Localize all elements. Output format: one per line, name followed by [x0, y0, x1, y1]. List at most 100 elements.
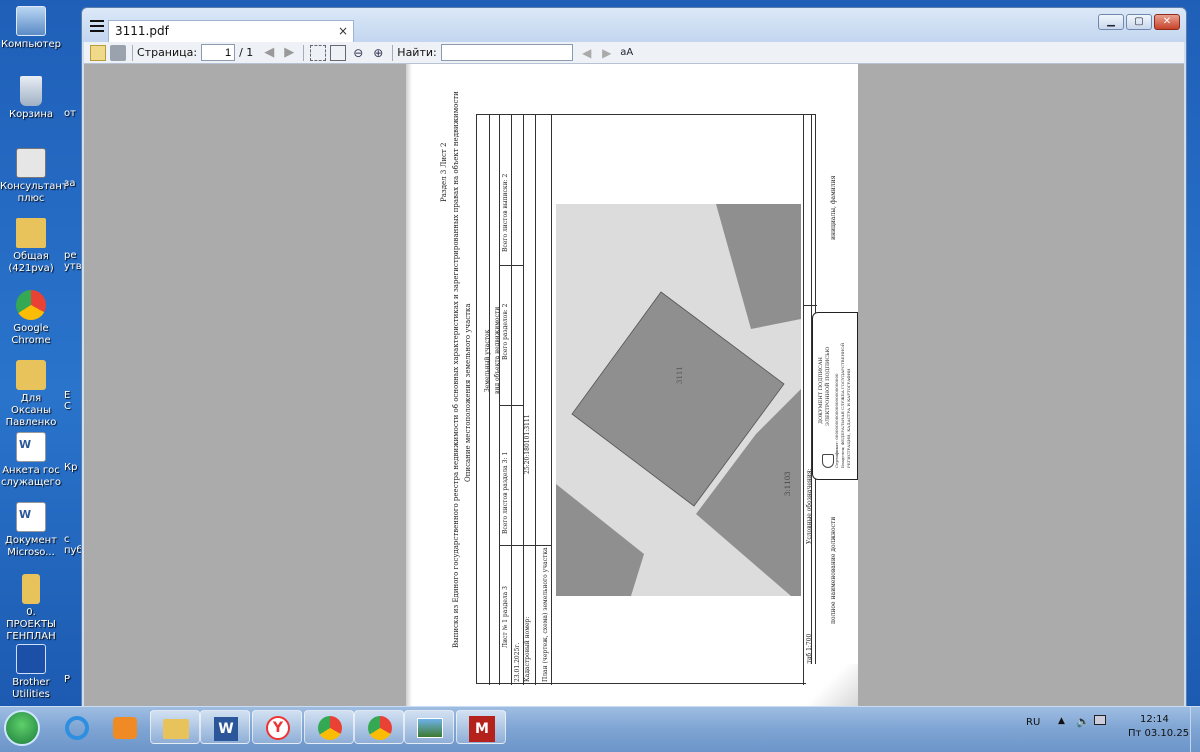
show-desktop-button[interactable]: [1190, 707, 1200, 752]
find-input[interactable]: [440, 44, 573, 61]
land-plot-plan: [556, 204, 801, 596]
total-sheets-section: Всего листов раздела 3: 1: [502, 451, 509, 534]
taskbar-chrome-2[interactable]: [354, 710, 404, 744]
next-page-icon[interactable]: ▶: [281, 45, 297, 61]
taskbar-explorer[interactable]: [150, 710, 200, 744]
stamp-line: Владелец: ФЕДЕРАЛЬНАЯ СЛУЖБА ГОСУДАРСТВЕ…: [840, 342, 845, 468]
total-sections: Всего разделов: 2: [502, 303, 509, 360]
desktop-icon-label: Анкета гос служащего: [1, 465, 61, 488]
open-file-icon[interactable]: [90, 44, 106, 61]
stamp-line: Сертификат: 00000000000000000000000000: [834, 373, 839, 468]
page-number-input[interactable]: [201, 44, 236, 61]
tab-3111-pdf[interactable]: 3111.pdf ×: [108, 20, 354, 42]
desktop-peek-label: Е С: [64, 390, 71, 412]
stamp-line: ЭЛЕКТРОННОЙ ПОДПИСЬЮ: [825, 346, 831, 427]
parcel-label-main: 3111: [676, 366, 684, 384]
taskbar-yandex[interactable]: Y: [252, 710, 302, 744]
signature-position: полное наименование должности: [830, 516, 837, 624]
taskbar: W Y M RU ▲ 🔈 12:14 Пт 03.10.25: [0, 706, 1200, 752]
cadastral-label: Кадастровый номер:: [524, 616, 531, 682]
desktop-icon-anketa[interactable]: W Анкета гос служащего: [0, 432, 62, 489]
page-scan-shadow: [806, 664, 858, 712]
desktop-icon-brother[interactable]: Brother Utilities: [0, 644, 62, 701]
desktop-icon-shared[interactable]: Общая (421pva): [0, 218, 62, 275]
clock-time[interactable]: 12:14: [1140, 714, 1169, 725]
taskbar-word[interactable]: W: [200, 710, 250, 744]
desktop-icon-label: Для Оксаны Павленко: [5, 393, 57, 428]
prev-page-icon[interactable]: ◀: [261, 45, 277, 61]
plan-label: План (чертеж, схема) земельного участка: [542, 547, 549, 682]
desktop-icon-label: Консультант плюс: [0, 181, 68, 204]
fit-width-icon[interactable]: [310, 44, 327, 61]
start-button[interactable]: [4, 710, 40, 746]
find-next-icon[interactable]: ▶: [599, 45, 615, 61]
image-viewer-icon: [417, 718, 443, 738]
desktop-peek-label: Р: [64, 674, 71, 685]
language-indicator[interactable]: RU: [1026, 717, 1040, 728]
taskbar-media-player[interactable]: [100, 710, 150, 744]
desktop-icon-computer[interactable]: Компьютер: [0, 6, 62, 51]
desktop-icon-document[interactable]: W Документ Microso...: [0, 502, 62, 559]
maximize-button[interactable]: ▢: [1126, 14, 1152, 30]
desktop-icon-chrome[interactable]: Google Chrome: [0, 290, 62, 347]
recycle-bin-icon: [20, 76, 42, 106]
zoom-out-icon[interactable]: ⊖: [350, 45, 366, 61]
find-prev-icon[interactable]: ◀: [579, 45, 595, 61]
toolbar-divider: [392, 44, 394, 61]
desktop-icon-label: Общая (421pva): [8, 251, 54, 274]
legend-label: Условные обозначения:: [806, 468, 813, 544]
desktop-icon-label: Google Chrome: [11, 323, 51, 346]
document-title: Выписка из Единого государственного реес…: [452, 91, 460, 648]
signature-name: инициалы, фамилия: [830, 175, 837, 240]
word-icon: W: [214, 717, 238, 741]
taskbar-ie[interactable]: [52, 710, 102, 744]
yandex-browser-icon: Y: [266, 716, 290, 740]
close-button[interactable]: ✕: [1154, 14, 1180, 30]
find-options-icon[interactable]: aA: [619, 45, 635, 61]
cadastral-number: 25:20:180101:3111: [524, 414, 531, 474]
find-label: Найти:: [397, 46, 437, 59]
tab-title: 3111.pdf: [115, 24, 169, 38]
page-total: / 1: [239, 46, 254, 59]
desktop-icon-projects[interactable]: 0. ПРОЕКТЫ ГЕНПЛАН ...: [0, 574, 62, 655]
taskbar-image-viewer[interactable]: [404, 710, 454, 744]
desktop-peek-label: за: [64, 178, 76, 189]
minimize-button[interactable]: ▁: [1098, 14, 1124, 30]
desktop-icon-recycle-bin[interactable]: Корзина: [0, 76, 62, 121]
zoom-in-icon[interactable]: ⊕: [370, 45, 386, 61]
desktop-icon-label: Компьютер: [1, 39, 61, 50]
shared-folder-icon: [16, 218, 46, 248]
extract-date: 23.01.2025г.: [514, 642, 521, 682]
desktop-icon-consultant[interactable]: Консультант плюс: [0, 148, 68, 205]
volume-icon[interactable]: 🔈: [1076, 715, 1090, 728]
window-controls: ▁ ▢ ✕: [1098, 14, 1180, 30]
total-sheets: Всего листов выписки: 2: [502, 173, 509, 252]
word-doc-icon: W: [16, 432, 46, 462]
print-icon[interactable]: [110, 44, 126, 61]
stamp-line: РЕГИСТРАЦИИ, КАДАСТРА И КАРТОГРАФИИ: [846, 368, 851, 468]
tray-expand-icon[interactable]: ▲: [1058, 716, 1065, 726]
object-kind: вид объекта недвижимости: [494, 306, 501, 394]
desktop-icon-folder-pavlenko[interactable]: Для Оксаны Павленко: [0, 360, 62, 429]
taskbar-pdf-reader[interactable]: M: [456, 710, 506, 744]
document-viewport[interactable]: Раздел 3 Лист 2 Выписка из Единого госуд…: [84, 64, 1184, 712]
system-tray: RU ▲ 🔈 12:14 Пт 03.10.25: [1020, 707, 1200, 752]
clock-date[interactable]: Пт 03.10.25: [1128, 728, 1189, 739]
desktop-peek-label: Кр: [64, 462, 78, 473]
ie-icon: [65, 716, 89, 740]
menu-icon[interactable]: [90, 20, 104, 32]
desktop-peek-label: от: [64, 108, 76, 119]
toolbar: Страница: / 1 ◀ ▶ ⊖ ⊕ Найти: ◀ ▶ aA: [84, 42, 1184, 64]
desktop-icon-label: Корзина: [8, 109, 54, 120]
page-label: Страница:: [137, 46, 198, 59]
chrome-icon: [318, 716, 342, 740]
parcel-label-side: 3:1103: [784, 471, 792, 496]
media-player-icon: [113, 717, 137, 739]
title-bar[interactable]: 3111.pdf × ▁ ▢ ✕: [82, 8, 1186, 42]
tab-close-icon[interactable]: ×: [338, 24, 348, 38]
fit-page-icon[interactable]: [330, 44, 347, 61]
desktop-peek-label: с пуб: [64, 534, 83, 556]
network-icon[interactable]: [1094, 715, 1106, 725]
pdf-reader-icon: M: [469, 716, 495, 742]
taskbar-chrome-1[interactable]: [304, 710, 354, 744]
